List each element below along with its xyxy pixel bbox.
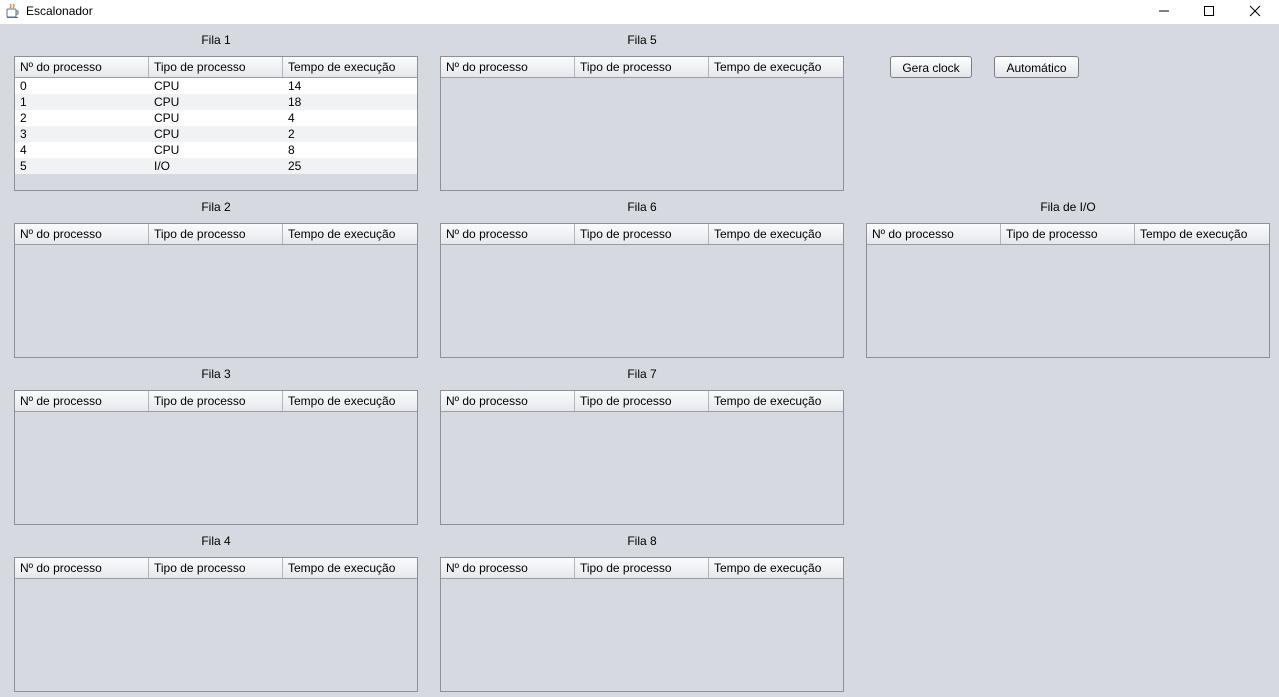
table-body[interactable]: 0 CPU 14 1 CPU 18 2 CPU 4 3 CPU 2 4 CPU 8 5 I/O 25: [15, 78, 417, 174]
table-cell: 2: [288, 127, 295, 141]
automatico-button[interactable]: Automático: [994, 56, 1079, 78]
table-cell: CPU: [154, 127, 180, 141]
fila-io-table[interactable]: Nº do processo Tipo de processo Tempo de e…: [866, 223, 1270, 358]
fila7-label: Fila 7: [627, 367, 657, 381]
column-header[interactable]: Tipo de processo: [149, 224, 283, 244]
column-header[interactable]: Tempo de execução: [283, 391, 417, 411]
table-cell: 2: [20, 111, 27, 125]
fila1-label: Fila 1: [201, 33, 231, 47]
column-header[interactable]: Tempo de execução: [283, 57, 417, 77]
fila1-table[interactable]: Nº do processo Tipo de processo Tempo de e…: [14, 56, 418, 191]
close-icon: [1249, 5, 1261, 17]
table-cell: 0: [20, 79, 27, 93]
table-cell: 18: [288, 95, 302, 109]
column-header[interactable]: Tempo de execução: [283, 558, 417, 578]
fila7-table[interactable]: Nº do processo Tipo de processo Tempo de e…: [440, 390, 844, 525]
column-header[interactable]: Tipo de processo: [575, 224, 709, 244]
table-cell: 4: [20, 143, 27, 157]
fila5-label: Fila 5: [627, 33, 657, 47]
column-header[interactable]: Nº do processo: [441, 558, 575, 578]
table-cell: 25: [288, 159, 302, 173]
close-button[interactable]: [1232, 0, 1278, 22]
column-header[interactable]: Nº do processo: [15, 224, 149, 244]
fila6-label: Fila 6: [627, 200, 657, 214]
fila5-table[interactable]: Nº do processo Tipo de processo Tempo de e…: [440, 56, 844, 191]
column-header[interactable]: Nº de processo: [15, 391, 149, 411]
table-row[interactable]: 2 CPU 4: [15, 110, 417, 126]
fila3-table[interactable]: Nº de processo Tipo de processo Tempo de e…: [14, 390, 418, 525]
table-cell: 8: [288, 143, 295, 157]
fila3-label: Fila 3: [201, 367, 231, 381]
window-title: Escalonador: [26, 4, 93, 18]
fila8-label: Fila 8: [627, 534, 657, 548]
maximize-button[interactable]: [1186, 0, 1232, 22]
java-cup-icon: [6, 3, 20, 19]
column-header[interactable]: Tipo de processo: [149, 391, 283, 411]
column-header[interactable]: Tempo de execução: [709, 558, 843, 578]
fila8-table[interactable]: Nº do processo Tipo de processo Tempo de e…: [440, 557, 844, 692]
table-cell: CPU: [154, 95, 180, 109]
table-header: Nº do processo Tipo de processo Tempo de e…: [441, 57, 843, 78]
column-header[interactable]: Tempo de execução: [1135, 224, 1269, 244]
table-row[interactable]: 1 CPU 18: [15, 94, 417, 110]
column-header[interactable]: Tipo de processo: [149, 57, 283, 77]
table-cell: I/O: [154, 159, 171, 173]
table-header: Nº do processo Tipo de processo Tempo de e…: [441, 391, 843, 412]
minimize-button[interactable]: [1141, 0, 1187, 22]
table-cell: 4: [288, 111, 295, 125]
table-header: Nº do processo Tipo de processo Tempo de e…: [15, 224, 417, 245]
table-header: Nº do processo Tipo de processo Tempo de e…: [867, 224, 1269, 245]
column-header[interactable]: Tipo de processo: [575, 57, 709, 77]
column-header[interactable]: Tipo de processo: [149, 558, 283, 578]
column-header[interactable]: Tempo de execução: [709, 391, 843, 411]
fila4-label: Fila 4: [201, 534, 231, 548]
table-row[interactable]: 4 CPU 8: [15, 142, 417, 158]
table-header: Nº do processo Tipo de processo Tempo de e…: [15, 57, 417, 78]
column-header[interactable]: Nº do processo: [441, 391, 575, 411]
column-header[interactable]: Tipo de processo: [575, 558, 709, 578]
table-header: Nº de processo Tipo de processo Tempo de e…: [15, 391, 417, 412]
column-header[interactable]: Nº do processo: [441, 57, 575, 77]
table-header: Nº do processo Tipo de processo Tempo de e…: [15, 558, 417, 579]
table-row[interactable]: 3 CPU 2: [15, 126, 417, 142]
gera-clock-button[interactable]: Gera clock: [890, 56, 972, 78]
table-header: Nº do processo Tipo de processo Tempo de e…: [441, 224, 843, 245]
table-cell: 14: [288, 79, 302, 93]
fila2-label: Fila 2: [201, 200, 231, 214]
column-header[interactable]: Nº do processo: [867, 224, 1001, 244]
column-header[interactable]: Nº do processo: [15, 558, 149, 578]
column-header[interactable]: Nº do processo: [15, 57, 149, 77]
table-cell: 3: [20, 127, 27, 141]
table-cell: CPU: [154, 79, 180, 93]
fila-io-label: Fila de I/O: [1040, 200, 1096, 214]
table-row[interactable]: 0 CPU 14: [15, 78, 417, 94]
title-bar: Escalonador: [0, 0, 1279, 24]
fila6-table[interactable]: Nº do processo Tipo de processo Tempo de e…: [440, 223, 844, 358]
column-header[interactable]: Tempo de execução: [709, 224, 843, 244]
table-row[interactable]: 5 I/O 25: [15, 158, 417, 174]
table-cell: CPU: [154, 111, 180, 125]
column-header[interactable]: Nº do processo: [441, 224, 575, 244]
column-header[interactable]: Tempo de execução: [283, 224, 417, 244]
column-header[interactable]: Tipo de processo: [575, 391, 709, 411]
column-header[interactable]: Tempo de execução: [709, 57, 843, 77]
maximize-icon: [1204, 6, 1214, 16]
fila4-table[interactable]: Nº do processo Tipo de processo Tempo de e…: [14, 557, 418, 692]
column-header[interactable]: Tipo de processo: [1001, 224, 1135, 244]
table-cell: 1: [20, 95, 27, 109]
fila2-table[interactable]: Nº do processo Tipo de processo Tempo de e…: [14, 223, 418, 358]
table-cell: CPU: [154, 143, 180, 157]
table-cell: 5: [20, 159, 27, 173]
table-header: Nº do processo Tipo de processo Tempo de e…: [441, 558, 843, 579]
minimize-icon: [1159, 10, 1169, 12]
